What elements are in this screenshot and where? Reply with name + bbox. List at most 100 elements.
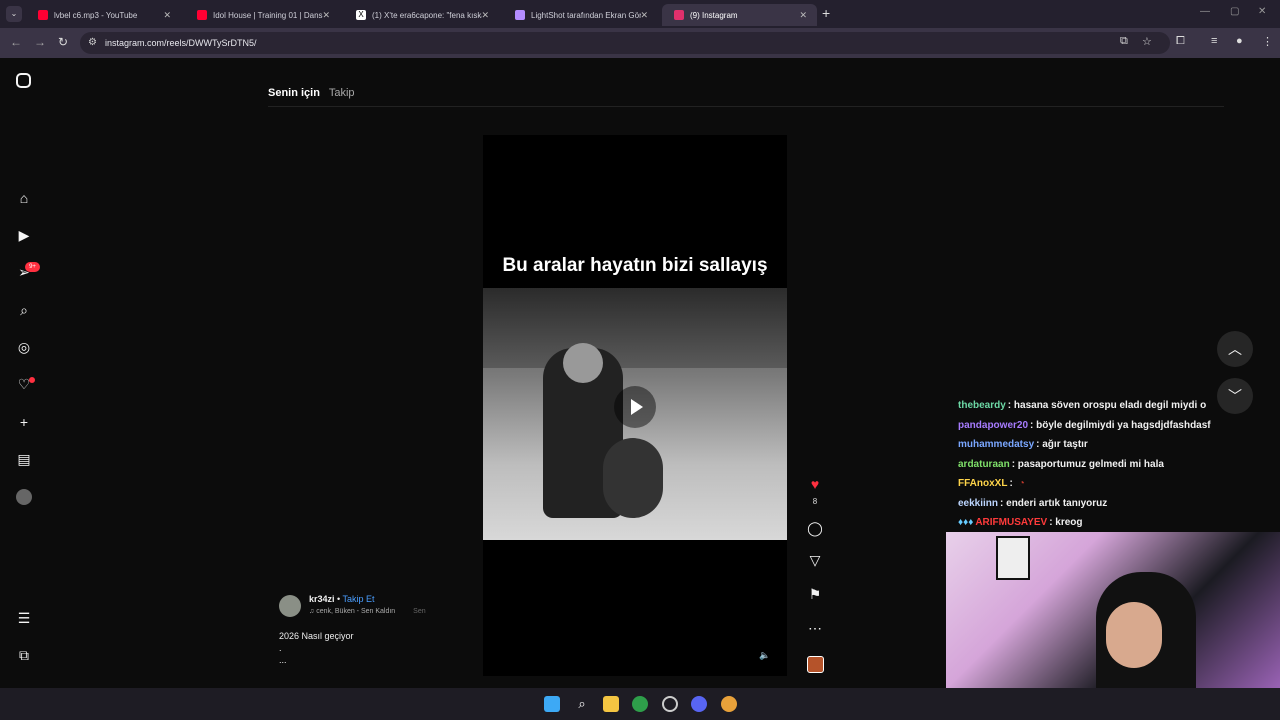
browser-tab-youtube-2[interactable]: Idol House | Training 01 | Dans... ✕ bbox=[185, 4, 340, 26]
audio-thumbnail[interactable] bbox=[807, 656, 824, 673]
browser-tab-lightshot[interactable]: LightShot tarafından Ekran Gör... ✕ bbox=[503, 4, 658, 26]
forward-arrow-icon[interactable]: → bbox=[34, 35, 46, 49]
chat-username: thebeardy bbox=[958, 400, 1006, 411]
reel-video-frame[interactable] bbox=[483, 288, 787, 540]
url-text[interactable]: instagram.com/reels/DWWTySrDTN5/ bbox=[105, 38, 257, 48]
address-bar[interactable]: ⚙ instagram.com/reels/DWWTySrDTN5/ bbox=[80, 32, 1170, 54]
music-line[interactable]: ♫ cenk, Büken - Sen Kaldın Sen bbox=[309, 608, 426, 615]
chat-username: FFAnoxXL bbox=[958, 478, 1008, 489]
chat-text: : hasana söven orospu eladı degil miydi … bbox=[1007, 400, 1207, 411]
description-more[interactable]: ... bbox=[279, 654, 354, 666]
more-menu-icon[interactable]: ☰ bbox=[15, 609, 33, 627]
site-info-icon[interactable]: ⚙ bbox=[88, 37, 97, 48]
spring-rider-toy bbox=[603, 438, 663, 518]
chat-username: eekkiinn bbox=[958, 497, 999, 509]
chat-message: eekkiinn: enderi artık tanıyoruz bbox=[958, 496, 1248, 516]
chat-text: : kreog bbox=[1049, 517, 1083, 528]
chat-text: : ağır taştır bbox=[1036, 439, 1088, 450]
author-username[interactable]: kr34zi bbox=[309, 594, 335, 604]
author-avatar[interactable] bbox=[279, 595, 301, 617]
maximize-window-icon[interactable]: ▢ bbox=[1230, 6, 1239, 17]
browser-tab-bar: ⌄ lvbel c6.mp3 - YouTube ✕ Idol House | … bbox=[0, 0, 1280, 28]
profile-avatar-icon[interactable]: ● bbox=[1236, 35, 1243, 47]
profile-avatar[interactable] bbox=[16, 489, 32, 505]
tab-following[interactable]: Takip bbox=[329, 87, 355, 99]
tab-title: (9) Instagram bbox=[690, 10, 738, 20]
tab-search-chevron-icon[interactable]: ⌄ bbox=[6, 6, 22, 22]
bookmark-star-icon[interactable]: ☆ bbox=[1142, 35, 1152, 48]
music-title-overflow: Sen bbox=[413, 608, 426, 615]
minimize-window-icon[interactable]: — bbox=[1200, 6, 1210, 17]
chrome-profile-icon[interactable] bbox=[721, 696, 737, 712]
media-control-icon[interactable]: ≡ bbox=[1211, 35, 1217, 47]
messages-badge: 9+ bbox=[25, 262, 40, 272]
browser-menu-icon[interactable]: ⋮ bbox=[1262, 35, 1273, 48]
chatgpt-icon[interactable] bbox=[662, 696, 678, 712]
install-app-icon[interactable]: ⧉ bbox=[1120, 35, 1128, 48]
streamer-face bbox=[1106, 602, 1162, 668]
extensions-puzzle-icon[interactable]: ⧠ bbox=[1176, 35, 1185, 48]
tab-title: Idol House | Training 01 | Dans... bbox=[213, 10, 323, 20]
tab-for-you[interactable]: Senin için bbox=[268, 87, 320, 99]
chat-username: ardaturaan bbox=[958, 458, 1010, 470]
save-bookmark-icon[interactable]: ⚑ bbox=[806, 586, 824, 603]
home-icon[interactable]: ⌂ bbox=[15, 189, 33, 207]
description-line: . bbox=[279, 643, 282, 653]
chrome-icon[interactable] bbox=[632, 696, 648, 712]
follow-button[interactable]: Takip Et bbox=[343, 594, 375, 604]
x-favicon-icon: X bbox=[356, 10, 366, 20]
background-building bbox=[483, 288, 787, 368]
play-button[interactable] bbox=[614, 386, 656, 428]
tab-title: lvbel c6.mp3 - YouTube bbox=[54, 10, 138, 20]
tab-title: (1) X'te era6capone: "fena kıska... bbox=[372, 10, 482, 20]
close-tab-icon[interactable]: ✕ bbox=[481, 10, 489, 21]
reel-caption-overlay: Bu aralar hayatın bizi sallayış bbox=[502, 255, 768, 276]
more-options-icon[interactable]: ⋯ bbox=[806, 620, 824, 637]
emote-icon: ◔ bbox=[1018, 478, 1025, 489]
mute-speaker-icon[interactable]: 🔈 bbox=[759, 650, 770, 661]
reel-player[interactable]: Bu aralar hayatın bizi sallayış 🔈 bbox=[483, 135, 787, 676]
os-taskbar: ⌕ bbox=[0, 688, 1280, 720]
youtube-favicon-icon bbox=[38, 10, 48, 20]
chat-text: : pasaportumuz gelmedi mi hala bbox=[1011, 458, 1164, 470]
chat-text: : bbox=[1009, 478, 1013, 489]
discord-icon[interactable] bbox=[691, 696, 707, 712]
lightshot-favicon-icon bbox=[515, 10, 525, 20]
dashboard-icon[interactable]: ▤ bbox=[15, 450, 33, 468]
badge-icons: ♦♦♦ bbox=[958, 517, 974, 528]
close-tab-icon[interactable]: ✕ bbox=[163, 10, 171, 21]
explore-compass-icon[interactable]: ◎ bbox=[15, 338, 33, 356]
also-from-meta-icon[interactable]: ⧉ bbox=[15, 646, 33, 664]
chat-username: muhammedatsy bbox=[958, 439, 1035, 450]
youtube-favicon-icon bbox=[197, 10, 207, 20]
browser-tab-x[interactable]: X (1) X'te era6capone: "fena kıska... ✕ bbox=[344, 4, 499, 26]
comment-icon[interactable]: ◯ bbox=[806, 520, 824, 537]
browser-tab-instagram[interactable]: (9) Instagram ✕ bbox=[662, 4, 817, 26]
reel-description: 2026 Nasıl geçiyor . ... bbox=[279, 630, 354, 666]
windows-start-icon[interactable] bbox=[544, 696, 560, 712]
previous-reel-chevron-up-icon[interactable]: ︿ bbox=[1217, 331, 1253, 367]
description-line: 2026 Nasıl geçiyor bbox=[279, 631, 354, 641]
close-tab-icon[interactable]: ✕ bbox=[640, 10, 648, 21]
reels-icon[interactable]: ▶ bbox=[15, 226, 33, 244]
author-line: kr34zi • Takip Et bbox=[309, 594, 375, 604]
chat-message: FFAnoxXL: ◔ bbox=[958, 476, 1248, 496]
share-icon[interactable]: ▽ bbox=[806, 552, 824, 569]
create-plus-icon[interactable]: + bbox=[15, 413, 33, 431]
close-tab-icon[interactable]: ✕ bbox=[322, 10, 330, 21]
search-icon[interactable]: ⌕ bbox=[15, 301, 33, 319]
back-arrow-icon[interactable]: ← bbox=[10, 35, 22, 49]
like-heart-icon[interactable]: ♥ bbox=[806, 476, 824, 492]
chat-message: muhammedatsy: ağır taştır bbox=[958, 437, 1248, 457]
reload-icon[interactable]: ↻ bbox=[58, 35, 68, 49]
chat-text: : böyle degilmiydi ya hagsdjdfashdasf bbox=[1030, 419, 1211, 431]
close-tab-icon[interactable]: ✕ bbox=[799, 10, 807, 21]
new-tab-plus-icon[interactable]: + bbox=[822, 5, 830, 21]
browser-tab-youtube-1[interactable]: lvbel c6.mp3 - YouTube ✕ bbox=[26, 4, 181, 26]
instagram-logo-icon[interactable] bbox=[16, 73, 31, 88]
chat-message: ardaturaan: pasaportumuz gelmedi mi hala bbox=[958, 457, 1248, 477]
search-icon[interactable]: ⌕ bbox=[574, 696, 590, 712]
chat-text: : enderi artık tanıyoruz bbox=[1000, 497, 1108, 509]
file-explorer-icon[interactable] bbox=[603, 696, 619, 712]
close-window-icon[interactable]: ✕ bbox=[1258, 6, 1266, 17]
